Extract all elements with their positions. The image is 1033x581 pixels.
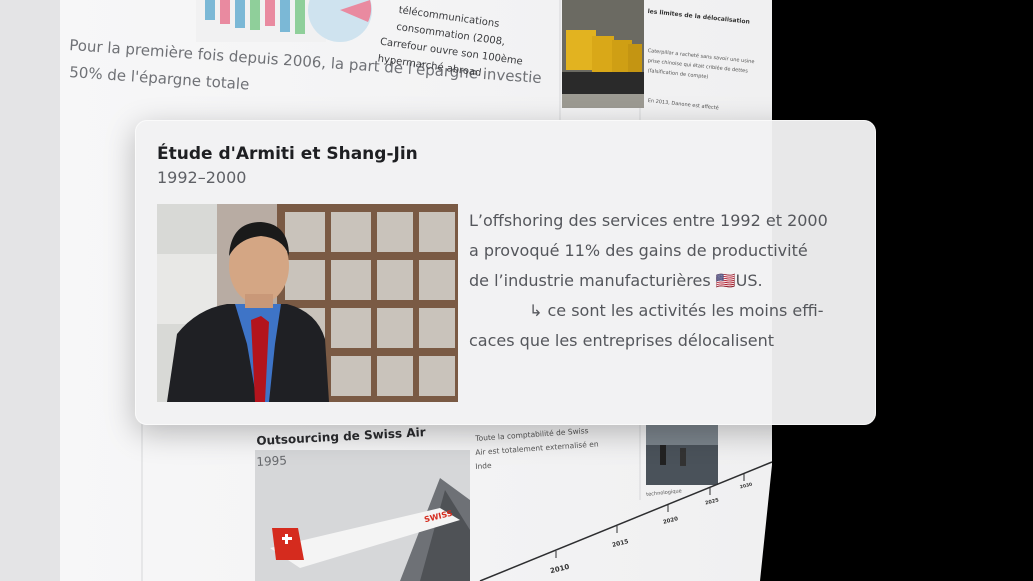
portrait-photo — [157, 204, 458, 402]
card-body-line: L’offshoring des services entre 1992 et … — [469, 211, 828, 230]
card-body: L’offshoring des services entre 1992 et … — [469, 206, 869, 356]
us-flag-icon: 🇺🇸 — [715, 271, 736, 290]
card-body-line: a provoqué 11% des gains de productivité — [469, 241, 808, 260]
card-years: 1992–2000 — [157, 168, 247, 187]
card-title: Étude d'Armiti et Shang-Jin — [157, 144, 418, 164]
caterpillar-photo — [562, 0, 644, 108]
swiss-desc: Inde — [475, 460, 492, 471]
card-body-line: de l’industrie manufacturières 🇺🇸US. — [469, 266, 869, 296]
study-card[interactable]: Étude d'Armiti et Shang-Jin 1992–2000 L’… — [135, 120, 876, 425]
card-body-line: caces que les entreprises délocalisent — [469, 331, 775, 350]
swiss-year: 1995 — [256, 453, 288, 469]
card-body-text: de l’industrie manufacturières — [469, 271, 716, 290]
card-body-text: US. — [735, 271, 763, 290]
chart-fragment — [196, 0, 372, 42]
street-photo — [646, 425, 718, 485]
card-body-line: ↳ ce sont les activités les moins effi- — [529, 301, 824, 320]
